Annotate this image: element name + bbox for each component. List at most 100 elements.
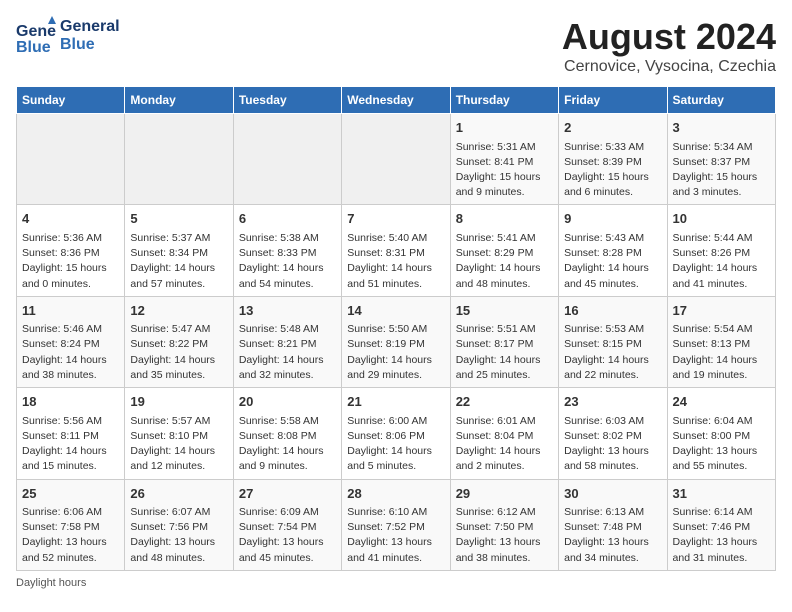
month-title: August 2024	[562, 16, 776, 58]
day-info: Sunrise: 5:46 AMSunset: 8:24 PMDaylight:…	[22, 322, 119, 383]
day-info: Sunrise: 5:31 AMSunset: 8:41 PMDaylight:…	[456, 140, 553, 201]
calendar-cell: 31Sunrise: 6:14 AMSunset: 7:46 PMDayligh…	[667, 479, 775, 570]
calendar-cell: 7Sunrise: 5:40 AMSunset: 8:31 PMDaylight…	[342, 205, 450, 296]
day-header-saturday: Saturday	[667, 87, 775, 114]
day-number: 3	[673, 118, 770, 138]
calendar-cell: 25Sunrise: 6:06 AMSunset: 7:58 PMDayligh…	[17, 479, 125, 570]
day-info: Sunrise: 6:06 AMSunset: 7:58 PMDaylight:…	[22, 505, 119, 566]
day-info: Sunrise: 5:58 AMSunset: 8:08 PMDaylight:…	[239, 414, 336, 475]
day-info: Sunrise: 6:14 AMSunset: 7:46 PMDaylight:…	[673, 505, 770, 566]
day-info: Sunrise: 5:51 AMSunset: 8:17 PMDaylight:…	[456, 322, 553, 383]
day-number: 5	[130, 209, 227, 229]
svg-text:General: General	[16, 23, 56, 40]
calendar-cell: 16Sunrise: 5:53 AMSunset: 8:15 PMDayligh…	[559, 296, 667, 387]
day-number: 15	[456, 301, 553, 321]
day-info: Sunrise: 6:00 AMSunset: 8:06 PMDaylight:…	[347, 414, 444, 475]
day-number: 2	[564, 118, 661, 138]
calendar-cell	[125, 114, 233, 205]
day-number: 22	[456, 392, 553, 412]
day-info: Sunrise: 5:36 AMSunset: 8:36 PMDaylight:…	[22, 231, 119, 292]
calendar-cell: 23Sunrise: 6:03 AMSunset: 8:02 PMDayligh…	[559, 388, 667, 479]
day-header-wednesday: Wednesday	[342, 87, 450, 114]
day-info: Sunrise: 5:50 AMSunset: 8:19 PMDaylight:…	[347, 322, 444, 383]
day-number: 25	[22, 484, 119, 504]
calendar-cell: 21Sunrise: 6:00 AMSunset: 8:06 PMDayligh…	[342, 388, 450, 479]
calendar-cell: 27Sunrise: 6:09 AMSunset: 7:54 PMDayligh…	[233, 479, 341, 570]
day-number: 29	[456, 484, 553, 504]
day-number: 13	[239, 301, 336, 321]
calendar-cell	[342, 114, 450, 205]
calendar-cell: 20Sunrise: 5:58 AMSunset: 8:08 PMDayligh…	[233, 388, 341, 479]
day-number: 27	[239, 484, 336, 504]
calendar-cell: 9Sunrise: 5:43 AMSunset: 8:28 PMDaylight…	[559, 205, 667, 296]
day-number: 14	[347, 301, 444, 321]
day-number: 31	[673, 484, 770, 504]
footer-note: Daylight hours	[16, 577, 776, 589]
calendar-cell: 12Sunrise: 5:47 AMSunset: 8:22 PMDayligh…	[125, 296, 233, 387]
day-number: 28	[347, 484, 444, 504]
svg-text:Blue: Blue	[16, 39, 51, 56]
calendar-cell: 28Sunrise: 6:10 AMSunset: 7:52 PMDayligh…	[342, 479, 450, 570]
calendar-cell: 13Sunrise: 5:48 AMSunset: 8:21 PMDayligh…	[233, 296, 341, 387]
day-number: 4	[22, 209, 119, 229]
day-info: Sunrise: 5:38 AMSunset: 8:33 PMDaylight:…	[239, 231, 336, 292]
day-number: 1	[456, 118, 553, 138]
calendar-cell: 30Sunrise: 6:13 AMSunset: 7:48 PMDayligh…	[559, 479, 667, 570]
day-info: Sunrise: 5:34 AMSunset: 8:37 PMDaylight:…	[673, 140, 770, 201]
day-info: Sunrise: 5:57 AMSunset: 8:10 PMDaylight:…	[130, 414, 227, 475]
logo-line1: General	[60, 18, 120, 36]
day-info: Sunrise: 6:01 AMSunset: 8:04 PMDaylight:…	[456, 414, 553, 475]
logo: General Blue General Blue	[16, 16, 120, 56]
calendar-cell: 4Sunrise: 5:36 AMSunset: 8:36 PMDaylight…	[17, 205, 125, 296]
day-number: 21	[347, 392, 444, 412]
day-number: 17	[673, 301, 770, 321]
header: General Blue General Blue August 2024 Ce…	[16, 16, 776, 76]
day-info: Sunrise: 5:33 AMSunset: 8:39 PMDaylight:…	[564, 140, 661, 201]
calendar-cell: 10Sunrise: 5:44 AMSunset: 8:26 PMDayligh…	[667, 205, 775, 296]
calendar-cell: 24Sunrise: 6:04 AMSunset: 8:00 PMDayligh…	[667, 388, 775, 479]
title-area: August 2024 Cernovice, Vysocina, Czechia	[562, 16, 776, 76]
day-info: Sunrise: 5:37 AMSunset: 8:34 PMDaylight:…	[130, 231, 227, 292]
day-number: 8	[456, 209, 553, 229]
day-number: 12	[130, 301, 227, 321]
calendar-cell: 6Sunrise: 5:38 AMSunset: 8:33 PMDaylight…	[233, 205, 341, 296]
day-info: Sunrise: 5:48 AMSunset: 8:21 PMDaylight:…	[239, 322, 336, 383]
day-info: Sunrise: 6:13 AMSunset: 7:48 PMDaylight:…	[564, 505, 661, 566]
day-info: Sunrise: 6:03 AMSunset: 8:02 PMDaylight:…	[564, 414, 661, 475]
day-number: 9	[564, 209, 661, 229]
day-info: Sunrise: 6:09 AMSunset: 7:54 PMDaylight:…	[239, 505, 336, 566]
day-number: 11	[22, 301, 119, 321]
day-info: Sunrise: 5:47 AMSunset: 8:22 PMDaylight:…	[130, 322, 227, 383]
day-number: 24	[673, 392, 770, 412]
day-info: Sunrise: 5:53 AMSunset: 8:15 PMDaylight:…	[564, 322, 661, 383]
calendar-cell: 14Sunrise: 5:50 AMSunset: 8:19 PMDayligh…	[342, 296, 450, 387]
location-subtitle: Cernovice, Vysocina, Czechia	[562, 58, 776, 76]
day-info: Sunrise: 5:41 AMSunset: 8:29 PMDaylight:…	[456, 231, 553, 292]
day-info: Sunrise: 5:56 AMSunset: 8:11 PMDaylight:…	[22, 414, 119, 475]
calendar-cell: 2Sunrise: 5:33 AMSunset: 8:39 PMDaylight…	[559, 114, 667, 205]
day-number: 26	[130, 484, 227, 504]
logo-line2: Blue	[60, 36, 120, 54]
calendar-cell: 1Sunrise: 5:31 AMSunset: 8:41 PMDaylight…	[450, 114, 558, 205]
day-header-friday: Friday	[559, 87, 667, 114]
calendar-cell	[233, 114, 341, 205]
day-info: Sunrise: 6:10 AMSunset: 7:52 PMDaylight:…	[347, 505, 444, 566]
day-number: 30	[564, 484, 661, 504]
day-number: 7	[347, 209, 444, 229]
day-number: 19	[130, 392, 227, 412]
day-number: 10	[673, 209, 770, 229]
calendar-cell: 18Sunrise: 5:56 AMSunset: 8:11 PMDayligh…	[17, 388, 125, 479]
calendar-cell: 11Sunrise: 5:46 AMSunset: 8:24 PMDayligh…	[17, 296, 125, 387]
day-header-sunday: Sunday	[17, 87, 125, 114]
day-number: 23	[564, 392, 661, 412]
calendar-table: SundayMondayTuesdayWednesdayThursdayFrid…	[16, 86, 776, 571]
calendar-cell: 15Sunrise: 5:51 AMSunset: 8:17 PMDayligh…	[450, 296, 558, 387]
calendar-cell: 5Sunrise: 5:37 AMSunset: 8:34 PMDaylight…	[125, 205, 233, 296]
day-header-tuesday: Tuesday	[233, 87, 341, 114]
day-info: Sunrise: 5:44 AMSunset: 8:26 PMDaylight:…	[673, 231, 770, 292]
day-header-monday: Monday	[125, 87, 233, 114]
calendar-cell: 19Sunrise: 5:57 AMSunset: 8:10 PMDayligh…	[125, 388, 233, 479]
calendar-cell: 26Sunrise: 6:07 AMSunset: 7:56 PMDayligh…	[125, 479, 233, 570]
calendar-cell	[17, 114, 125, 205]
calendar-cell: 17Sunrise: 5:54 AMSunset: 8:13 PMDayligh…	[667, 296, 775, 387]
